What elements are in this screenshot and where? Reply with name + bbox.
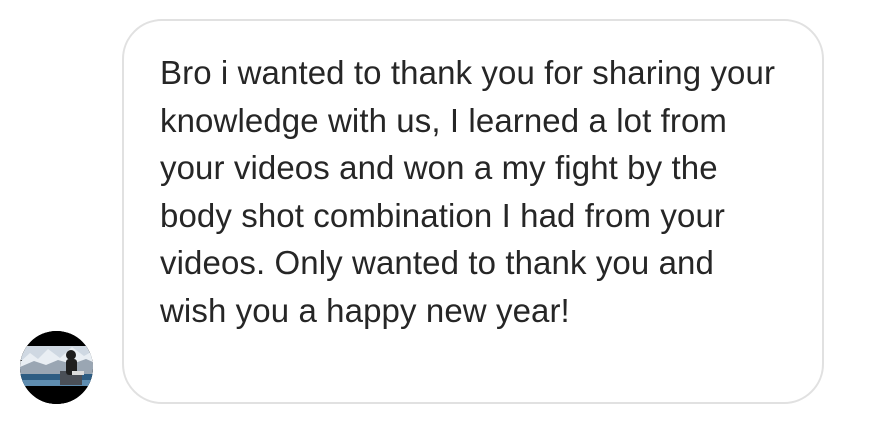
message-text: Bro i wanted to thank you for sharing yo… bbox=[160, 54, 776, 329]
sender-avatar[interactable] bbox=[20, 331, 93, 404]
message-thread: Bro i wanted to thank you for sharing yo… bbox=[0, 0, 872, 438]
message-bubble[interactable]: Bro i wanted to thank you for sharing yo… bbox=[122, 19, 824, 404]
profile-photo-icon bbox=[20, 331, 93, 404]
